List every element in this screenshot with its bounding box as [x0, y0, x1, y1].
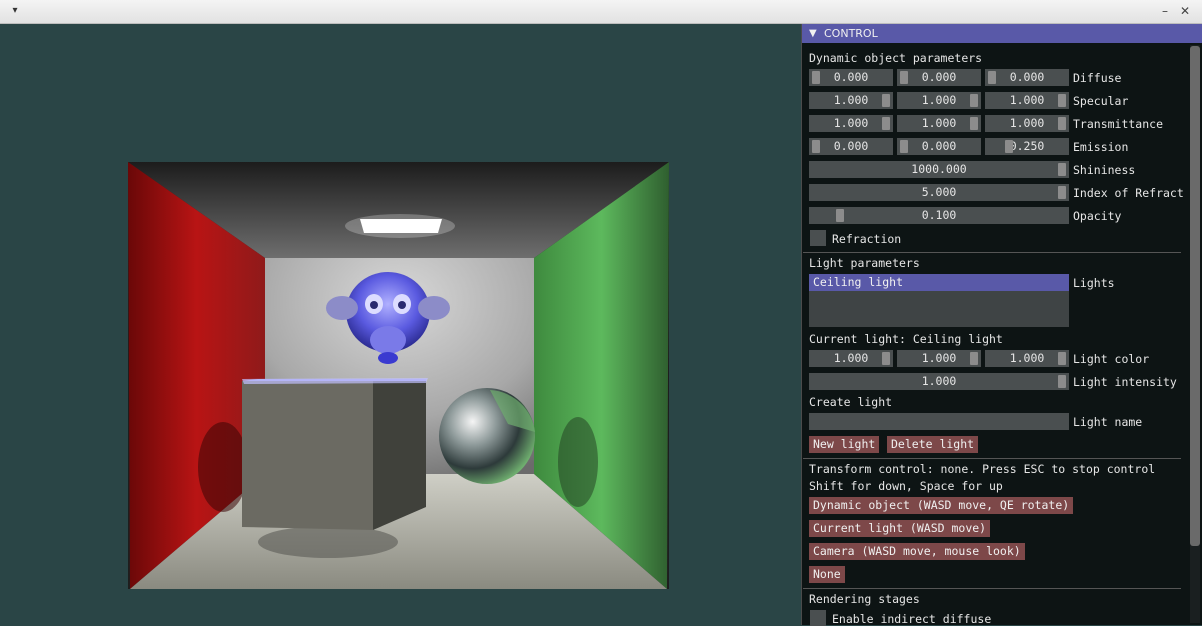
- light-name-label: Light name: [1073, 415, 1143, 429]
- slider-grab[interactable]: [970, 352, 978, 365]
- shininess-slider[interactable]: 1000.000: [809, 161, 1069, 178]
- dynamic-object-header: Dynamic object parameters: [809, 51, 983, 65]
- panel-title: CONTROL: [824, 27, 878, 40]
- specular-label: Specular: [1073, 94, 1129, 108]
- light-params-header: Light parameters: [809, 256, 920, 270]
- slider-grab[interactable]: [1058, 163, 1066, 176]
- lights-listbox[interactable]: Ceiling light: [809, 274, 1069, 327]
- section-divider: [803, 458, 1181, 459]
- shininess-label: Shininess: [1073, 163, 1136, 177]
- minimize-icon[interactable]: –: [1157, 3, 1173, 19]
- slider-grab[interactable]: [1058, 352, 1066, 365]
- light-intensity-slider[interactable]: 1.000: [809, 373, 1069, 390]
- create-light-header: Create light: [809, 395, 893, 409]
- specular-g-slider[interactable]: 1.000: [897, 92, 981, 109]
- control-none-button[interactable]: None: [809, 566, 845, 583]
- slider-grab[interactable]: [970, 94, 978, 107]
- light-color-r-slider[interactable]: 1.000: [809, 350, 893, 367]
- indirect-diffuse-label: Enable indirect diffuse: [832, 612, 992, 626]
- window-titlebar: ▾ – ✕: [0, 0, 1202, 24]
- slider-grab[interactable]: [882, 117, 890, 130]
- indirect-diffuse-checkbox[interactable]: [810, 610, 826, 626]
- transmittance-g-slider[interactable]: 1.000: [897, 115, 981, 132]
- slider-grab[interactable]: [900, 140, 908, 153]
- window-menu-icon[interactable]: ▾: [8, 4, 22, 18]
- slider-grab[interactable]: [836, 209, 844, 222]
- light-color-g-slider[interactable]: 1.000: [897, 350, 981, 367]
- refraction-label: Refraction: [832, 232, 902, 246]
- specular-b-slider[interactable]: 1.000: [985, 92, 1069, 109]
- refraction-checkbox[interactable]: [810, 230, 826, 246]
- light-color-label: Light color: [1073, 352, 1150, 366]
- emission-r-slider[interactable]: 0.000: [809, 138, 893, 155]
- emission-label: Emission: [1073, 140, 1129, 154]
- slider-grab[interactable]: [812, 140, 820, 153]
- diffuse-r-slider[interactable]: 0.000: [809, 69, 893, 86]
- render-viewport[interactable]: [0, 24, 800, 625]
- ior-slider[interactable]: 5.000: [809, 184, 1069, 201]
- close-icon[interactable]: ✕: [1177, 3, 1193, 19]
- lights-label: Lights: [1073, 276, 1115, 290]
- panel-title-bar[interactable]: ▼ CONTROL: [802, 24, 1202, 43]
- specular-r-slider[interactable]: 1.000: [809, 92, 893, 109]
- transmittance-r-slider[interactable]: 1.000: [809, 115, 893, 132]
- cornell-box-render[interactable]: [128, 162, 669, 589]
- ior-label: Index of Refract: [1073, 186, 1183, 200]
- slider-grab[interactable]: [1058, 117, 1066, 130]
- slider-grab[interactable]: [988, 71, 996, 84]
- diffuse-label: Diffuse: [1073, 71, 1122, 85]
- opacity-label: Opacity: [1073, 209, 1122, 223]
- section-divider: [803, 588, 1181, 589]
- transform-status: Transform control: none. Press ESC to st…: [809, 462, 1156, 476]
- control-current-light-button[interactable]: Current light (WASD move): [809, 520, 991, 537]
- light-color-b-slider[interactable]: 1.000: [985, 350, 1069, 367]
- diffuse-g-slider[interactable]: 0.000: [897, 69, 981, 86]
- slider-grab[interactable]: [882, 352, 890, 365]
- list-item[interactable]: Ceiling light: [809, 274, 1069, 291]
- diffuse-b-slider[interactable]: 0.000: [985, 69, 1069, 86]
- delete-light-button[interactable]: Delete light: [887, 436, 979, 453]
- slider-grab[interactable]: [1058, 186, 1066, 199]
- slider-grab[interactable]: [812, 71, 820, 84]
- transmittance-b-slider[interactable]: 1.000: [985, 115, 1069, 132]
- emission-b-slider[interactable]: 0.250: [985, 138, 1069, 155]
- control-camera-button[interactable]: Camera (WASD move, mouse look): [809, 543, 1025, 560]
- slider-grab[interactable]: [970, 117, 978, 130]
- slider-grab[interactable]: [900, 71, 908, 84]
- light-intensity-label: Light intensity: [1073, 375, 1177, 389]
- current-light-text: Current light: Ceiling light: [809, 332, 1003, 346]
- slider-grab[interactable]: [1058, 94, 1066, 107]
- panel-scrollbar-thumb[interactable]: [1190, 46, 1200, 546]
- transform-hint: Shift for down, Space for up: [809, 479, 1003, 493]
- transmittance-label: Transmittance: [1073, 117, 1164, 131]
- control-dynamic-object-button[interactable]: Dynamic object (WASD move, QE rotate): [809, 497, 1074, 514]
- new-light-button[interactable]: New light: [809, 436, 880, 453]
- slider-grab[interactable]: [1058, 375, 1066, 388]
- light-name-input[interactable]: [809, 413, 1069, 430]
- slider-grab[interactable]: [882, 94, 890, 107]
- section-divider: [803, 252, 1181, 253]
- opacity-slider[interactable]: 0.100: [809, 207, 1069, 224]
- rendering-stages-header: Rendering stages: [809, 592, 920, 606]
- collapse-arrow-icon[interactable]: ▼: [809, 24, 817, 43]
- emission-g-slider[interactable]: 0.000: [897, 138, 981, 155]
- slider-grab[interactable]: [1005, 140, 1013, 153]
